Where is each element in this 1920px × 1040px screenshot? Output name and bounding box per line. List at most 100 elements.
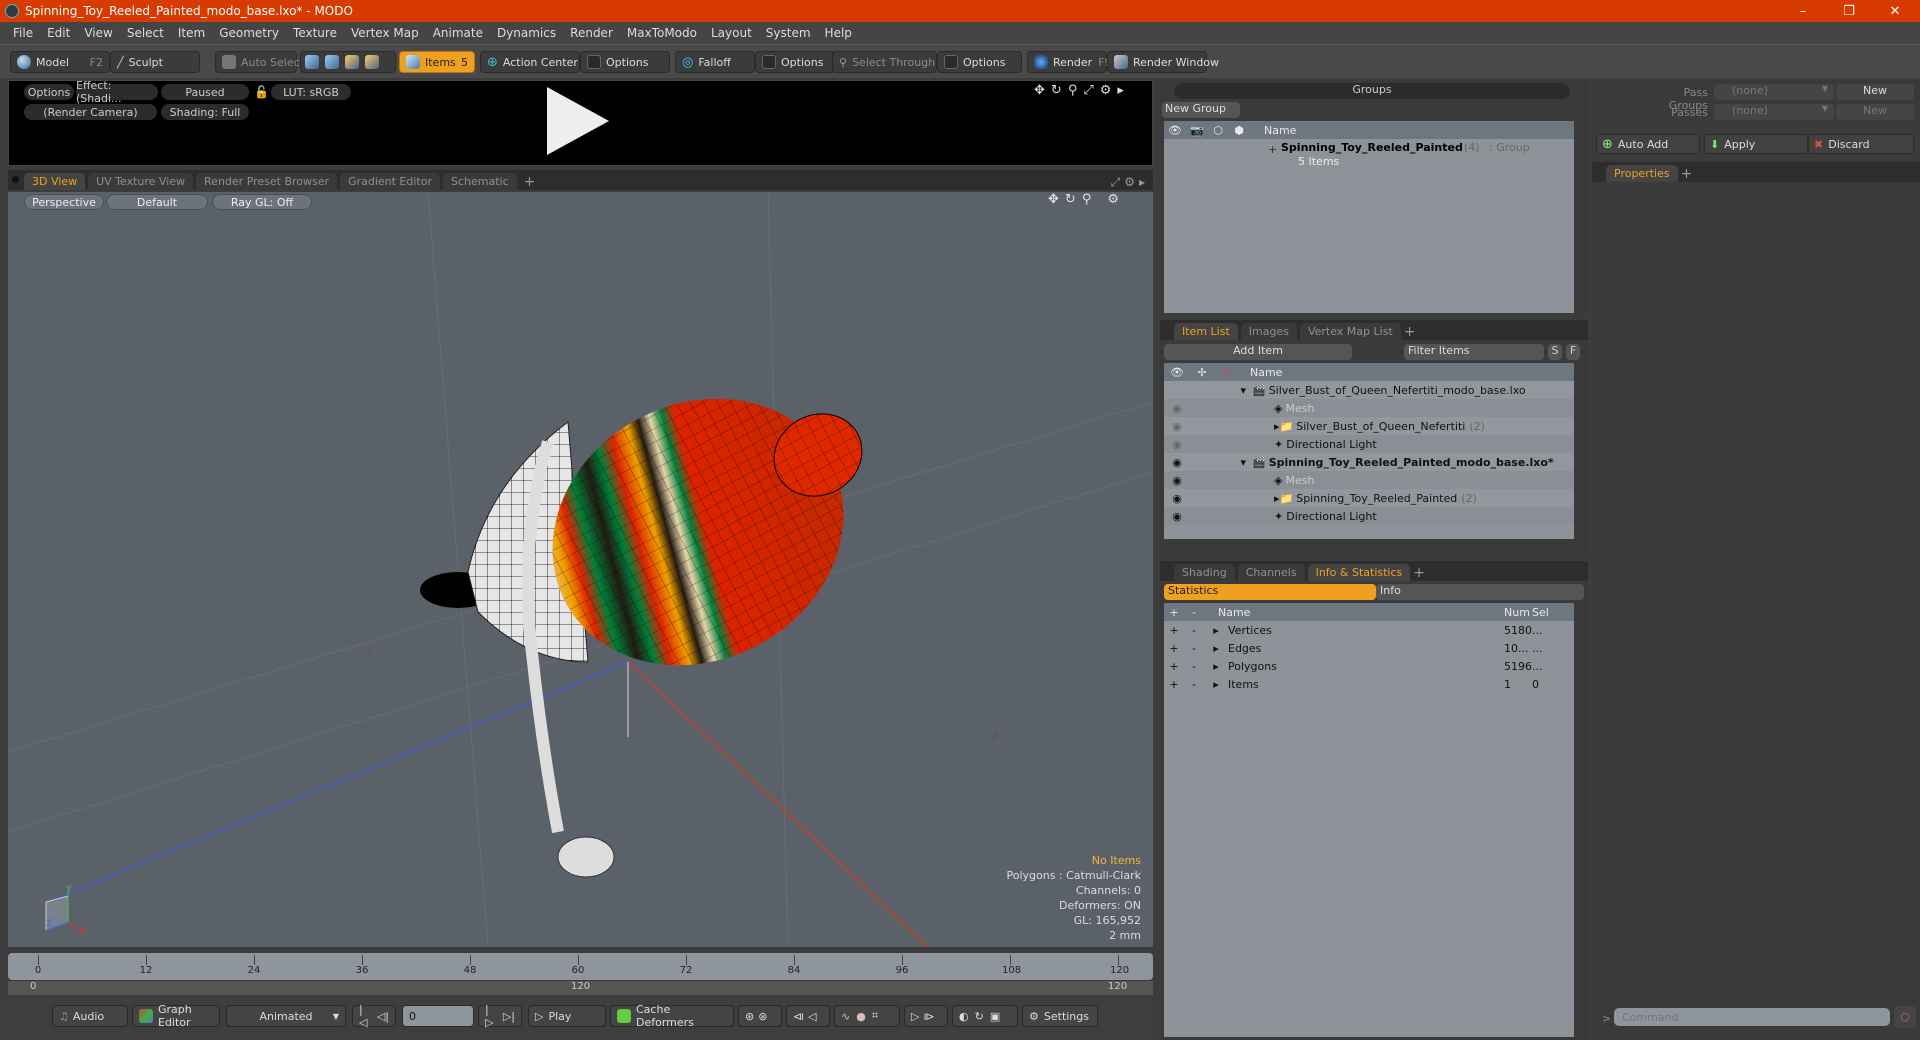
tab-properties[interactable]: Properties: [1606, 165, 1678, 182]
passes-new-button[interactable]: New: [1836, 104, 1914, 120]
expand-all-header[interactable]: +: [1164, 606, 1184, 619]
animated-dropdown[interactable]: Animated ▼: [226, 1005, 346, 1027]
expand-button[interactable]: +: [1164, 660, 1184, 673]
frame-input[interactable]: 0: [402, 1005, 474, 1027]
passes-dropdown[interactable]: (none) ▼: [1714, 104, 1834, 120]
discard-button[interactable]: ✖ Discard: [1808, 134, 1914, 154]
tab-uv-texture-view[interactable]: UV Texture View: [88, 173, 194, 190]
zoom-icon[interactable]: ⚲: [1068, 83, 1084, 98]
expand-arrow-icon[interactable]: ▸: [1204, 660, 1228, 673]
timeline[interactable]: 0 12 24 36 48 60 72 84 96 108 120 0 120 120: [8, 953, 1153, 995]
menu-animate[interactable]: Animate: [426, 26, 490, 40]
add-tab-button[interactable]: +: [1681, 166, 1693, 182]
collapse-button[interactable]: -: [1184, 678, 1204, 691]
command-input[interactable]: [1614, 1008, 1890, 1026]
menu-select[interactable]: Select: [120, 26, 171, 40]
prev-key-icon[interactable]: ⧏: [793, 1010, 804, 1023]
menu-geometry[interactable]: Geometry: [212, 26, 286, 40]
play-button[interactable]: ▷ Play: [528, 1005, 606, 1027]
action-center-options-button[interactable]: Options: [580, 51, 670, 73]
key-filter-icon[interactable]: ⌗: [872, 1009, 878, 1023]
tab-render-preset-browser[interactable]: Render Preset Browser: [196, 173, 338, 190]
arrow-right-icon[interactable]: ▸: [1117, 83, 1130, 98]
gear-icon[interactable]: ⚙: [1124, 175, 1139, 189]
auto-key-icon[interactable]: ∿: [841, 1010, 850, 1023]
collapse-all-header[interactable]: -: [1184, 606, 1204, 619]
settings-button[interactable]: ⚙ Settings: [1022, 1005, 1098, 1027]
tab-info-statistics[interactable]: Info & Statistics: [1307, 564, 1411, 581]
menu-layout[interactable]: Layout: [704, 26, 759, 40]
close-button[interactable]: ✕: [1872, 0, 1918, 22]
falloff-options-button[interactable]: Options: [755, 51, 835, 73]
visibility-eye-icon[interactable]: ◉: [1164, 420, 1190, 433]
prev-key2-icon[interactable]: ◁: [808, 1010, 816, 1023]
item-list-row[interactable]: ◉ ✦ Directional Light: [1164, 435, 1574, 453]
item-list-row[interactable]: ◉ ✦ Directional Light: [1164, 507, 1574, 525]
tab-images[interactable]: Images: [1240, 323, 1297, 340]
audio-button[interactable]: ♫ Audio: [52, 1005, 128, 1027]
expand-arrow-icon[interactable]: ▸: [1204, 624, 1228, 637]
key-copy-icon[interactable]: ▣: [990, 1010, 1000, 1023]
expand-arrow-icon[interactable]: ▸: [1204, 642, 1228, 655]
skip-to-start-icon[interactable]: |◁: [359, 1003, 371, 1029]
visibility-eye-icon[interactable]: ◉: [1164, 438, 1190, 451]
expand-button[interactable]: +: [1164, 678, 1184, 691]
item-list-row[interactable]: ◉ ▾ 🎬 Spinning_Toy_Reeled_Painted_modo_base…: [1164, 453, 1574, 471]
unlock-icon[interactable]: 🔓: [254, 85, 269, 99]
add-tab-button[interactable]: +: [520, 174, 540, 190]
sculpt-mode-button[interactable]: ╱ Sculpt: [110, 51, 200, 73]
stats-row[interactable]: + - ▸ Edges 10......: [1164, 639, 1574, 657]
new-group-button[interactable]: New Group: [1162, 102, 1240, 118]
material-mode-icon[interactable]: [365, 55, 379, 69]
key-select-icon[interactable]: ◐: [959, 1010, 969, 1023]
key-up-icon[interactable]: ⊛: [745, 1010, 754, 1023]
menu-edit[interactable]: Edit: [40, 26, 77, 40]
minimize-button[interactable]: –: [1780, 0, 1826, 22]
play-icon[interactable]: [547, 87, 609, 155]
maximize-icon[interactable]: ⤢: [1111, 175, 1125, 189]
maximize-icon[interactable]: ⤢: [1083, 83, 1099, 98]
menu-system[interactable]: System: [759, 26, 818, 40]
auto-add-button[interactable]: ⊕ Auto Add: [1596, 134, 1700, 154]
expand-button[interactable]: +: [1164, 624, 1184, 637]
apply-button[interactable]: ⬇ Apply: [1704, 134, 1808, 154]
pass-groups-new-button[interactable]: New: [1836, 84, 1914, 100]
model-mode-button[interactable]: Model F2: [10, 51, 110, 73]
visibility-eye-icon[interactable]: ◉: [1164, 492, 1190, 505]
expand-arrow-icon[interactable]: ▸: [1204, 678, 1228, 691]
render-button[interactable]: Render F9: [1027, 51, 1112, 73]
gear-icon[interactable]: ⚙: [1100, 83, 1118, 98]
preview-options-button[interactable]: Options: [24, 84, 74, 100]
menu-help[interactable]: Help: [818, 26, 859, 40]
move-icon[interactable]: ✥: [1034, 83, 1051, 98]
key-cycle-icon[interactable]: ↻: [975, 1010, 984, 1023]
edge-mode-icon[interactable]: [325, 55, 339, 69]
vertex-mode-icon[interactable]: [305, 55, 319, 69]
camera-dropdown[interactable]: (Render Camera): [24, 104, 157, 120]
s-toggle[interactable]: S: [1548, 344, 1562, 360]
tab-shading[interactable]: Shading: [1174, 564, 1235, 581]
visibility-eye-icon[interactable]: ◉: [1164, 510, 1190, 523]
collapse-button[interactable]: -: [1184, 642, 1204, 655]
range-bar[interactable]: 0 120 120: [8, 981, 1153, 995]
key-down-icon[interactable]: ⊛: [758, 1010, 767, 1023]
graph-editor-button[interactable]: Graph Editor: [132, 1003, 220, 1029]
skip-to-end-icon[interactable]: ▷|: [503, 1010, 515, 1023]
cache-deformers-button[interactable]: Cache Deformers: [610, 1003, 734, 1029]
rotate-icon[interactable]: ↻: [1051, 83, 1068, 98]
menu-dynamics[interactable]: Dynamics: [490, 26, 563, 40]
collapse-button[interactable]: -: [1184, 660, 1204, 673]
visibility-eye-icon[interactable]: ◉: [1164, 402, 1190, 415]
stats-row[interactable]: + - ▸ Items 1 0: [1164, 675, 1574, 693]
visibility-eye-icon[interactable]: ◉: [1164, 456, 1190, 469]
visibility-eye-icon[interactable]: ◉: [1164, 384, 1190, 397]
next-key-icon[interactable]: ▷: [911, 1010, 919, 1023]
expand-button[interactable]: +: [1164, 642, 1184, 655]
auto-select-button[interactable]: Auto Select: [215, 51, 304, 73]
select-through-button[interactable]: ⚲ Select Through: [832, 51, 937, 73]
arrow-right-icon[interactable]: ▸: [1139, 175, 1149, 189]
paused-toggle[interactable]: Paused: [161, 84, 249, 100]
tab-3d-view[interactable]: 3D View: [24, 173, 86, 190]
step-forward-icon[interactable]: |▷: [485, 1003, 497, 1029]
group-row[interactable]: + Spinning_Toy_Reeled_Painted (4) : Grou…: [1164, 139, 1574, 169]
